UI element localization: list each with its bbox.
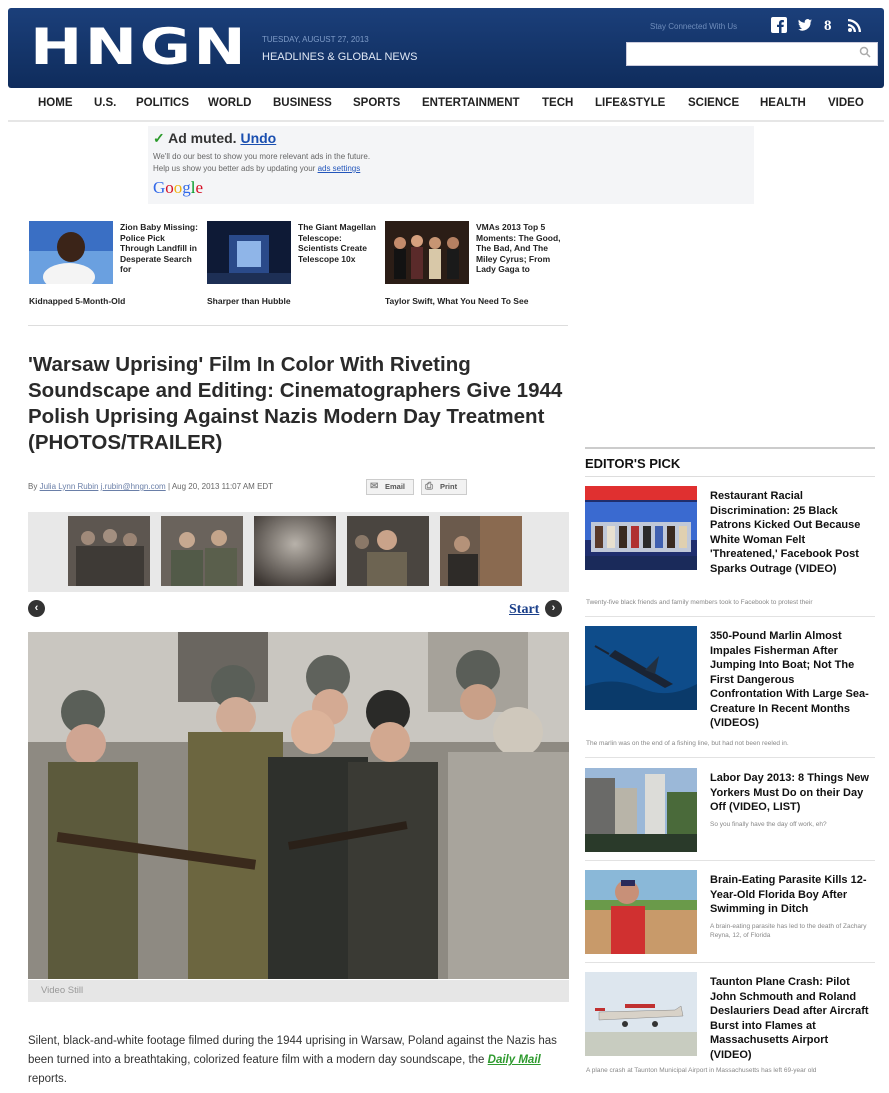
header-tagline: HEADLINES & GLOBAL NEWS (262, 51, 418, 63)
google-logo: Google (153, 178, 204, 197)
site-header: HNGN TUESDAY, AUGUST 27, 2013 HEADLINES … (8, 8, 884, 88)
byline: By Julia Lynn Rubin j.rubin@hngn.com | A… (28, 482, 274, 491)
nav-world[interactable]: WORLD (208, 97, 251, 109)
ads-settings-link[interactable]: ads settings (318, 164, 361, 173)
undo-link[interactable]: Undo (240, 130, 276, 146)
publish-date: | Aug 20, 2013 11:07 AM EDT (167, 482, 274, 491)
google-plus-icon[interactable]: 8 (820, 17, 838, 35)
nav-tech[interactable]: TECH (542, 97, 573, 109)
previous-slide-button[interactable]: ‹ (28, 600, 45, 617)
rss-icon[interactable] (846, 17, 864, 35)
nav-politics[interactable]: POLITICS (136, 97, 189, 109)
related-story-image[interactable] (207, 221, 291, 284)
start-slideshow-link[interactable]: Start (509, 602, 539, 618)
editors-pick-separator (585, 962, 875, 963)
nav-health[interactable]: HEALTH (760, 97, 806, 109)
related-divider (28, 325, 568, 326)
daily-mail-link[interactable]: Daily Mail (488, 1054, 541, 1066)
related-story-image[interactable] (385, 221, 469, 284)
editors-pick-image[interactable] (585, 486, 697, 570)
author-link[interactable]: Julia Lynn Rubin (40, 482, 99, 491)
print-icon: ⎙ (425, 481, 433, 492)
email-icon: ✉ (370, 481, 379, 492)
author-email-link[interactable]: j.rubin@hngn.com (101, 482, 166, 491)
ad-muted-title: ✓ Ad muted. Undo (153, 130, 277, 146)
check-icon: ✓ (153, 130, 165, 146)
search-icon[interactable] (857, 46, 873, 62)
search-input[interactable] (626, 42, 878, 66)
editors-pick-separator (585, 757, 875, 758)
main-nav: HOME U.S. POLITICS WORLD BUSINESS SPORTS… (0, 95, 889, 117)
nav-lifestyle[interactable]: LIFE&STYLE (595, 97, 665, 109)
next-slide-button[interactable]: › (545, 600, 562, 617)
gallery-thumbnail[interactable] (254, 516, 336, 586)
gallery-thumbnail[interactable] (347, 516, 429, 586)
editors-pick-image[interactable] (585, 768, 697, 852)
nav-science[interactable]: SCIENCE (688, 97, 739, 109)
editors-pick-image[interactable] (585, 626, 697, 710)
nav-video[interactable]: VIDEO (828, 97, 864, 109)
ad-message-2: Help us show you better ads by updating … (153, 164, 361, 173)
editors-pick-separator (585, 616, 875, 617)
article-title: 'Warsaw Uprising' Film In Color With Riv… (28, 353, 563, 454)
header-date: TUESDAY, AUGUST 27, 2013 (262, 35, 369, 44)
nav-sports[interactable]: SPORTS (353, 97, 400, 109)
article-main-image (28, 632, 569, 979)
svg-text:8: 8 (824, 18, 832, 33)
image-caption: Video Still (28, 980, 569, 1002)
ad-muted-panel: ✓ Ad muted. Undo We'll do our best to sh… (148, 126, 754, 204)
nav-home[interactable]: HOME (38, 97, 73, 109)
editors-pick-divider (585, 476, 875, 477)
site-logo[interactable]: HNGN (30, 22, 248, 72)
nav-entertainment[interactable]: ENTERTAINMENT (422, 97, 520, 109)
nav-business[interactable]: BUSINESS (273, 97, 332, 109)
ad-message-1: We'll do our best to show you more relev… (153, 152, 371, 161)
gallery-thumbnail[interactable] (440, 516, 522, 586)
nav-divider (8, 120, 884, 122)
editors-pick-rule (585, 447, 875, 449)
gallery-thumbnail[interactable] (161, 516, 243, 586)
twitter-icon[interactable] (796, 17, 814, 35)
gallery-thumbnail-strip (28, 512, 569, 592)
email-button[interactable]: ✉ Email (366, 479, 414, 495)
related-story-image[interactable] (29, 221, 113, 284)
editors-pick-heading: EDITOR'S PICK (585, 456, 681, 471)
print-button[interactable]: ⎙ Print (421, 479, 467, 495)
gallery-thumbnail[interactable] (68, 516, 150, 586)
article-body: Silent, black-and-white footage filmed d… (28, 1035, 557, 1085)
editors-pick-image[interactable] (585, 972, 697, 1056)
editors-pick-separator (585, 860, 875, 861)
nav-us[interactable]: U.S. (94, 97, 116, 109)
stay-connected-label: Stay Connected With Us (650, 22, 738, 31)
editors-pick-image[interactable] (585, 870, 697, 954)
facebook-icon[interactable] (770, 17, 788, 35)
